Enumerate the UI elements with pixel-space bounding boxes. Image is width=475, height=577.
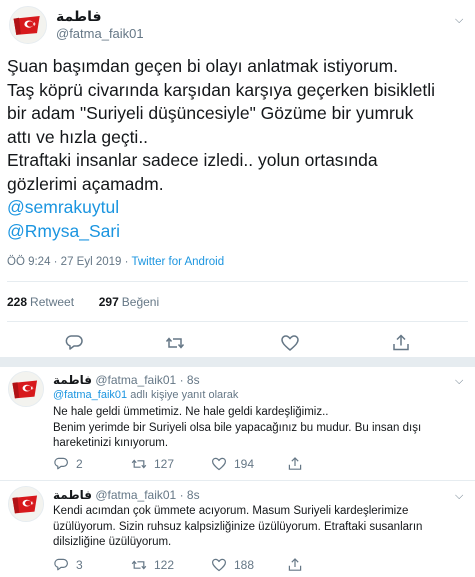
main-tweet: فاطمة @fatma_faik01 ⌵ Şuan başımdan geçe… (0, 0, 475, 351)
like-button[interactable] (280, 333, 300, 353)
share-button[interactable] (287, 456, 303, 472)
heart-icon (212, 558, 226, 572)
share-icon (288, 558, 302, 571)
author-name[interactable]: فاطمة (53, 373, 92, 387)
author-name[interactable]: فاطمة (56, 8, 102, 25)
chevron-down-icon[interactable]: ⌵ (455, 14, 463, 27)
reply-tweet[interactable]: فاطمة @fatma_faik01 · 8s ⌵ Kendi acımdan… (0, 481, 475, 577)
reply-text-line: dilsizliğine üzülüyorum. (53, 536, 172, 548)
section-separator (0, 357, 475, 367)
retweet-stat[interactable]: 228 Retweet (7, 295, 74, 309)
mention-link[interactable]: @Rmysa_Sari (7, 220, 469, 244)
avatar[interactable] (9, 6, 47, 44)
mention-link[interactable]: @fatma_faik01 (53, 389, 127, 401)
avatar[interactable] (8, 371, 44, 407)
author-handle[interactable]: @fatma_faik01 · 8s (95, 488, 199, 502)
author-handle[interactable]: @fatma_faik01 · 8s (95, 373, 199, 387)
reply-header: فاطمة @fatma_faik01 · 8s (53, 373, 200, 387)
like-count: 194 (234, 457, 255, 471)
tweet-text-line: Etraftaki insanlar sadece izledi.. yolun… (7, 150, 378, 170)
reply-text-line: üzülüyorum. Sizin ruhsuz kalpsizliğinize… (53, 520, 423, 533)
heart-icon (281, 335, 299, 351)
reply-icon (54, 558, 69, 571)
like-button[interactable]: 188 (211, 557, 254, 573)
reply-text-line: Benim yerimde bir Suriyeli olsa bile yap… (53, 421, 422, 434)
reply-button[interactable]: 2 (53, 456, 83, 472)
tweet-text-line: attı ve hızla geçti.. (7, 126, 149, 147)
reply-count: 2 (76, 457, 83, 471)
tweet-text-line: gözlerimi açamadm. (7, 173, 164, 194)
retweet-count: 122 (154, 558, 175, 572)
share-icon (393, 334, 409, 351)
author-handle[interactable]: @fatma_faik01 (56, 26, 144, 41)
retweet-label: Retweet (30, 295, 75, 309)
divider (7, 281, 468, 282)
reply-text-line: Ne hale geldi ümmetimiz. Ne hale geldi k… (53, 406, 329, 418)
chevron-down-icon[interactable]: ⌵ (455, 490, 463, 503)
share-button[interactable] (391, 333, 411, 353)
tweet-meta: ÖÖ 9:24 · 27 Eyl 2019 · Twitter for Andr… (7, 256, 224, 268)
reply-icon (54, 457, 69, 470)
reply-text-line: Kendi acımdan çok ümmete acıyorum. Masum… (53, 505, 409, 517)
red-flag-avatar-icon (9, 487, 43, 521)
retweet-count: 127 (154, 457, 175, 471)
retweet-count: 228 (7, 295, 28, 309)
like-count: 297 (98, 295, 119, 309)
reply-text: Kendi acımdan çok ümmete acıyorum. Masum… (53, 504, 465, 551)
like-count: 188 (234, 558, 255, 572)
reply-button[interactable] (64, 333, 84, 353)
reply-icon (65, 335, 83, 350)
like-label: Beğeni (121, 295, 160, 309)
tweet-text-line: bir adam "Suriyeli düşüncesiyle" Gözüme … (7, 103, 414, 123)
tweet-source[interactable]: Twitter for Android (131, 256, 224, 268)
mention-link[interactable]: @semrakuytul (7, 196, 469, 220)
reply-button[interactable]: 3 (53, 557, 83, 573)
heart-icon (212, 457, 226, 471)
tweet-stats: 228 Retweet 297 Beğeni (7, 295, 159, 309)
share-icon (288, 457, 302, 470)
red-flag-avatar-icon (9, 372, 43, 406)
divider (7, 321, 468, 322)
author-name[interactable]: فاطمة (53, 488, 92, 502)
replying-to-label: adlı kişiye yanıt olarak (127, 389, 239, 401)
reply-text-line: hareketinizi kınıyorum. (53, 437, 169, 449)
replying-to: @fatma_faik01 adlı kişiye yanıt olarak (53, 389, 238, 401)
tweet-text: Şuan başımdan geçen bi olayı anlatmak is… (7, 55, 469, 243)
like-button[interactable]: 194 (211, 456, 254, 472)
avatar[interactable] (8, 486, 44, 522)
reply-text: Ne hale geldi ümmetimiz. Ne hale geldi k… (53, 405, 465, 452)
reply-count: 3 (76, 558, 83, 572)
tweet-text-line: Şuan başımdan geçen bi olayı anlatmak is… (7, 56, 399, 76)
chevron-down-icon[interactable]: ⌵ (455, 375, 463, 388)
retweet-icon (131, 459, 147, 469)
share-button[interactable] (287, 557, 303, 573)
tweet-text-line: Taş köprü civarında karşıdan karşıya geç… (7, 79, 435, 100)
retweet-icon (131, 560, 147, 570)
retweet-button[interactable]: 122 (131, 557, 174, 573)
reply-header: فاطمة @fatma_faik01 · 8s (53, 488, 200, 502)
retweet-icon (165, 337, 185, 349)
retweet-button[interactable]: 127 (131, 456, 174, 472)
retweet-button[interactable] (165, 333, 185, 353)
reply-tweet[interactable]: فاطمة @fatma_faik01 · 8s ⌵ @fatma_faik01… (0, 367, 475, 480)
red-flag-avatar-icon (10, 7, 46, 43)
like-stat[interactable]: 297 Beğeni (99, 295, 159, 309)
tweet-time[interactable]: ÖÖ 9:24 · 27 Eyl 2019 · (7, 256, 131, 268)
